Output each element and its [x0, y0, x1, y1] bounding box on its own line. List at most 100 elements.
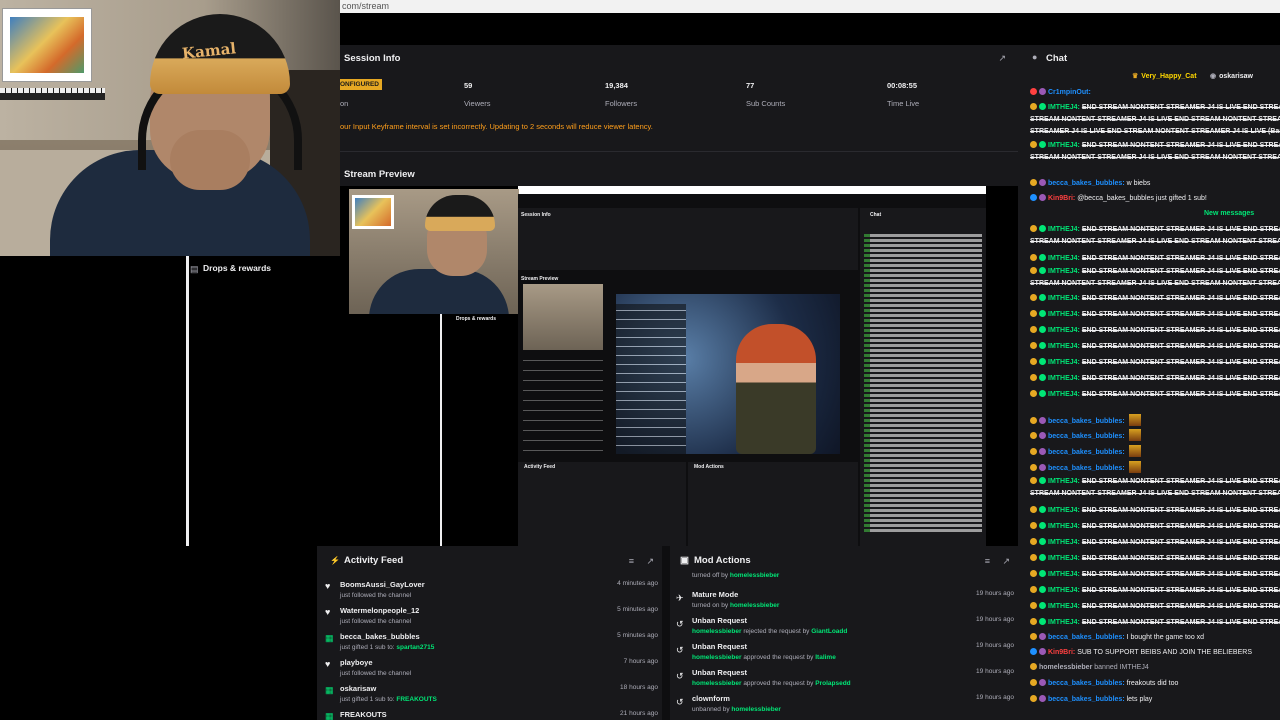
chat-message-continuation: STREAM NONTENT STREAMER J4 IS LIVE END S…	[1030, 154, 1280, 161]
badge-icon	[1030, 294, 1037, 301]
chat-message[interactable]: becca_bakes_bubbles: w biebs	[1030, 179, 1280, 188]
chat-message-spam[interactable]: IMTHEJ4: END STREAM NONTENT STREAMER J4 …	[1030, 506, 1280, 515]
popout-icon[interactable]: ↗	[646, 556, 654, 567]
nested-sidebar	[523, 354, 603, 454]
chat-message-spam[interactable]: IMTHEJ4: END STREAM NONTENT STREAMER J4 …	[1030, 326, 1280, 335]
chat-message[interactable]: becca_bakes_bubbles: lets play	[1030, 695, 1280, 704]
mod-action-description: turned on by homelessbieber	[692, 602, 780, 609]
undo-icon: ↺	[676, 645, 684, 655]
badge-icon	[1030, 602, 1037, 609]
badge-icon	[1030, 586, 1037, 593]
stream-preview[interactable]: Drops & rewards Session Info Stream Prev…	[340, 186, 1018, 546]
chat-message[interactable]: Cr1mpinOut:	[1030, 88, 1280, 97]
badge-icon	[1039, 417, 1046, 424]
mod-action-description: homelessbieber rejected the request by G…	[692, 628, 848, 635]
nested-webcam	[523, 284, 603, 350]
top-chatter[interactable]: ◉ oskarisaw	[1210, 72, 1253, 80]
browser-url-bar[interactable]: com/stream	[340, 0, 1280, 13]
chat-message[interactable]: becca_bakes_bubbles: I bought the game t…	[1030, 633, 1280, 642]
popout-icon[interactable]: ↗	[1002, 556, 1010, 567]
drops-rewards-label[interactable]: Drops & rewards	[203, 263, 271, 273]
chat-message-spam[interactable]: IMTHEJ4: END STREAM NONTENT STREAMER J4 …	[1030, 586, 1280, 595]
heart-icon: ♥	[325, 659, 331, 669]
stat-label: Sub Counts	[746, 99, 786, 108]
badge-icon	[1030, 695, 1037, 702]
chat-message-spam[interactable]: IMTHEJ4: END STREAM NONTENT STREAMER J4 …	[1030, 294, 1280, 303]
webcam-piano	[0, 88, 105, 100]
filter-icon[interactable]: ≡	[985, 556, 990, 566]
chat-message-spam[interactable]: IMTHEJ4: END STREAM NONTENT STREAMER J4 …	[1030, 141, 1280, 150]
badge-icon	[1039, 225, 1046, 232]
chat-message-spam[interactable]: IMTHEJ4: END STREAM NONTENT STREAMER J4 …	[1030, 103, 1280, 112]
stream-preview-header: Stream Preview	[340, 160, 1018, 188]
nested-activity-title: Activity Feed	[524, 464, 556, 470]
mod-action-time: 19 hours ago	[976, 616, 1014, 623]
nested-chat-panel: Chat	[860, 208, 986, 546]
badge-icon	[1039, 586, 1046, 593]
chat-message-spam[interactable]: IMTHEJ4: END STREAM NONTENT STREAMER J4 …	[1030, 538, 1280, 547]
chat-message[interactable]: becca_bakes_bubbles: freakouts did too	[1030, 679, 1280, 688]
activity-user: FREAKOUTS	[340, 710, 387, 719]
chat-message-spam[interactable]: IMTHEJ4: END STREAM NONTENT STREAMER J4 …	[1030, 554, 1280, 563]
badge-icon	[1039, 342, 1046, 349]
mod-action-time: 19 hours ago	[976, 590, 1014, 597]
badge-icon	[1030, 358, 1037, 365]
chat-message-spam[interactable]: IMTHEJ4: END STREAM NONTENT STREAMER J4 …	[1030, 570, 1280, 579]
activity-time: 4 minutes ago	[617, 580, 658, 587]
chat-message-spam[interactable]: IMTHEJ4: END STREAM NONTENT STREAMER J4 …	[1030, 618, 1280, 627]
chat-message-spam[interactable]: IMTHEJ4: END STREAM NONTENT STREAMER J4 …	[1030, 374, 1280, 383]
badge-icon	[1039, 522, 1046, 529]
badge-icon	[1039, 648, 1046, 655]
badge-icon	[1039, 326, 1046, 333]
chat-message[interactable]: becca_bakes_bubbles:	[1030, 461, 1280, 473]
activity-time: 21 hours ago	[620, 710, 658, 717]
chat-message[interactable]: becca_bakes_bubbles:	[1030, 429, 1280, 441]
chat-title: Chat	[1046, 53, 1068, 64]
emote-icon	[1128, 461, 1141, 473]
chat-message-continuation: STREAM NONTENT STREAMER J4 IS LIVE END S…	[1030, 238, 1280, 245]
activity-feed-title: Activity Feed	[344, 555, 404, 566]
chat-message[interactable]: Kin9Bri: @becca_bakes_bubbles just gifte…	[1030, 194, 1280, 203]
chat-panel: ● Chat ♛ Very_Happy_Cat ◉ oskarisaw Cr1mpi…	[1018, 45, 1280, 720]
badge-icon	[1039, 432, 1046, 439]
badge-icon	[1030, 506, 1037, 513]
chat-message[interactable]: Kin9Bri: SUB TO SUPPORT BEIBS AND JOIN T…	[1030, 648, 1280, 657]
top-chatter[interactable]: ♛ Very_Happy_Cat	[1132, 72, 1197, 80]
chat-header: ● Chat	[1018, 45, 1280, 71]
chat-message-spam[interactable]: IMTHEJ4: END STREAM NONTENT STREAMER J4 …	[1030, 390, 1280, 399]
chat-message-spam[interactable]: IMTHEJ4: END STREAM NONTENT STREAMER J4 …	[1030, 358, 1280, 367]
nested-list	[616, 304, 686, 454]
chat-message-spam[interactable]: IMTHEJ4: END STREAM NONTENT STREAMER J4 …	[1030, 254, 1280, 263]
webcam-hand	[170, 130, 250, 190]
activity-time: 5 minutes ago	[617, 632, 658, 639]
popout-icon[interactable]: ↗	[998, 53, 1006, 64]
chat-message-spam[interactable]: IMTHEJ4: END STREAM NONTENT STREAMER J4 …	[1030, 342, 1280, 351]
url-text: com/stream	[342, 1, 390, 11]
badge-icon	[1030, 663, 1037, 670]
badge-icon	[1039, 570, 1046, 577]
chat-message-spam[interactable]: IMTHEJ4: END STREAM NONTENT STREAMER J4 …	[1030, 267, 1280, 276]
filter-icon[interactable]: ≡	[629, 556, 634, 566]
badge-icon	[1039, 390, 1046, 397]
chat-message-continuation: STREAM NONTENT STREAMER J4 IS LIVE END S…	[1030, 116, 1280, 123]
badge-icon	[1030, 477, 1037, 484]
stat-value: 19,384	[605, 81, 628, 90]
badge-icon	[1030, 570, 1037, 577]
activity-user: Watermelonpeople_12	[340, 606, 420, 615]
activity-description: just gifted 1 sub to: spartan2715	[340, 644, 435, 651]
chat-message-spam[interactable]: IMTHEJ4: END STREAM NONTENT STREAMER J4 …	[1030, 477, 1280, 486]
shield-icon: ▣	[680, 555, 689, 566]
badge-icon	[1030, 679, 1037, 686]
badge-icon	[1030, 179, 1037, 186]
chat-message-spam[interactable]: IMTHEJ4: END STREAM NONTENT STREAMER J4 …	[1030, 310, 1280, 319]
chat-message-spam[interactable]: IMTHEJ4: END STREAM NONTENT STREAMER J4 …	[1030, 522, 1280, 531]
stat-value: 00:08:55	[887, 81, 918, 90]
chat-message-spam[interactable]: IMTHEJ4: END STREAM NONTENT STREAMER J4 …	[1030, 225, 1280, 234]
activity-description: just gifted 1 sub to: FREAKOUTS	[340, 696, 437, 703]
chat-message[interactable]: becca_bakes_bubbles:	[1030, 414, 1280, 426]
chat-message[interactable]: becca_bakes_bubbles:	[1030, 445, 1280, 457]
badge-icon: ◉	[1210, 73, 1217, 80]
badge-icon	[1039, 194, 1046, 201]
preview-top-bar	[518, 186, 986, 194]
chat-message-spam[interactable]: IMTHEJ4: END STREAM NONTENT STREAMER J4 …	[1030, 602, 1280, 611]
